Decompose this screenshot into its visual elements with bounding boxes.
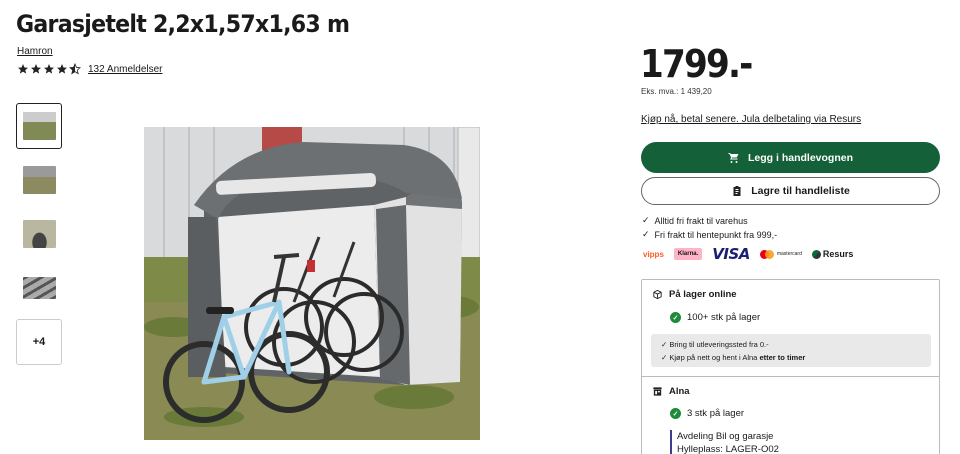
store-stock-line: ✓ 3 stk på lager [670, 408, 744, 419]
more-images-button[interactable]: +4 [16, 319, 62, 365]
in-stock-icon: ✓ [670, 408, 681, 419]
add-to-cart-button[interactable]: Legg i handlevognen [641, 142, 940, 173]
resurs-text: Resurs [822, 249, 854, 259]
add-to-cart-label: Legg i handlevognen [747, 151, 853, 164]
visa-logo: VISA [712, 245, 750, 263]
klarna-logo: Klarna. [673, 248, 703, 260]
vipps-logo: vipps [643, 249, 664, 259]
resurs-logo: Resurs [811, 249, 854, 259]
department-text: Avdeling Bil og garasje [677, 431, 774, 442]
pickup-info-text: Kjøp på nett og hent i Alna [669, 353, 760, 362]
store-icon [653, 387, 662, 396]
rating[interactable]: 132 Anmeldelser [17, 63, 163, 75]
usp-text: Fri frakt til hentepunkt fra 999,- [654, 229, 778, 240]
shelf-text: Hylleplass: LAGER-O02 [677, 444, 779, 454]
vat-note: Eks. mva.: 1 439,20 [641, 87, 712, 96]
pickup-info-bold: etter to timer [759, 353, 806, 362]
check-icon: ✓ [642, 229, 650, 239]
delivery-info-box: ✓ Bring til utleveringssted fra 0.- ✓ Kj… [651, 334, 931, 367]
usp-item: ✓ Alltid fri frakt til varehus [642, 215, 748, 226]
store-stock-header: Alna [652, 386, 690, 397]
delivery-info-line: ✓ Bring til utleveringssted fra 0.- [661, 340, 769, 349]
product-title: Garasjetelt 2,2x1,57x1,63 m [16, 10, 350, 38]
half-star-icon [69, 63, 81, 75]
mastercard-logo: mastercard [759, 249, 802, 259]
delivery-info-text: Bring til utleveringssted fra 0.- [669, 340, 769, 349]
check-icon: ✓ [642, 215, 650, 225]
thumbnail-image [22, 277, 56, 299]
thumbnail-2[interactable] [16, 157, 62, 203]
cart-icon [728, 152, 739, 163]
in-stock-icon: ✓ [670, 312, 681, 323]
thumbnail-1[interactable] [16, 103, 62, 149]
product-price: 1799.- [640, 42, 753, 86]
thumbnail-4[interactable] [16, 265, 62, 311]
star-icon [18, 64, 28, 74]
thumbnail-image [22, 166, 56, 194]
save-to-list-label: Lagre til handleliste [751, 185, 850, 197]
stock-panel: På lager online ✓ 100+ stk på lager ✓ Br… [641, 279, 940, 454]
online-stock-header: På lager online [652, 289, 737, 300]
product-main-image[interactable] [144, 127, 480, 440]
store-name: Alna [669, 386, 690, 397]
mastercard-icon [759, 249, 774, 259]
rating-stars [17, 63, 81, 75]
star-icon [57, 64, 67, 74]
store-location: Avdeling Bil og garasje Hylleplass: LAGE… [670, 430, 779, 454]
thumbnail-image [22, 112, 56, 140]
star-icon [31, 64, 41, 74]
divider [642, 376, 939, 377]
finance-link[interactable]: Kjøp nå, betal senere. Jula delbetaling … [641, 114, 861, 125]
online-stock-qty: 100+ stk på lager [687, 312, 761, 323]
save-to-list-button[interactable]: Lagre til handleliste [641, 177, 940, 205]
store-stock-qty: 3 stk på lager [687, 408, 745, 419]
box-icon [653, 289, 662, 300]
garage-tent-image [144, 127, 480, 440]
clipboard-icon [733, 186, 741, 196]
thumbnail-list: +4 [16, 103, 62, 365]
usp-text: Alltid fri frakt til varehus [654, 215, 748, 226]
usp-item: ✓ Fri frakt til hentepunkt fra 999,- [642, 229, 777, 240]
star-icon [44, 64, 54, 74]
delivery-info-line: ✓ Kjøp på nett og hent i Alna etter to t… [661, 353, 806, 362]
resurs-icon [811, 249, 821, 259]
online-stock-line: ✓ 100+ stk på lager [670, 312, 760, 323]
thumbnail-3[interactable] [16, 211, 62, 257]
reviews-link[interactable]: 132 Anmeldelser [88, 64, 163, 75]
mastercard-text: mastercard [776, 251, 802, 257]
payment-methods: vipps Klarna. VISA mastercard Resurs [643, 245, 854, 263]
brand-link[interactable]: Hamron [17, 46, 53, 57]
thumbnail-image [22, 220, 56, 248]
online-stock-title: På lager online [669, 289, 737, 300]
